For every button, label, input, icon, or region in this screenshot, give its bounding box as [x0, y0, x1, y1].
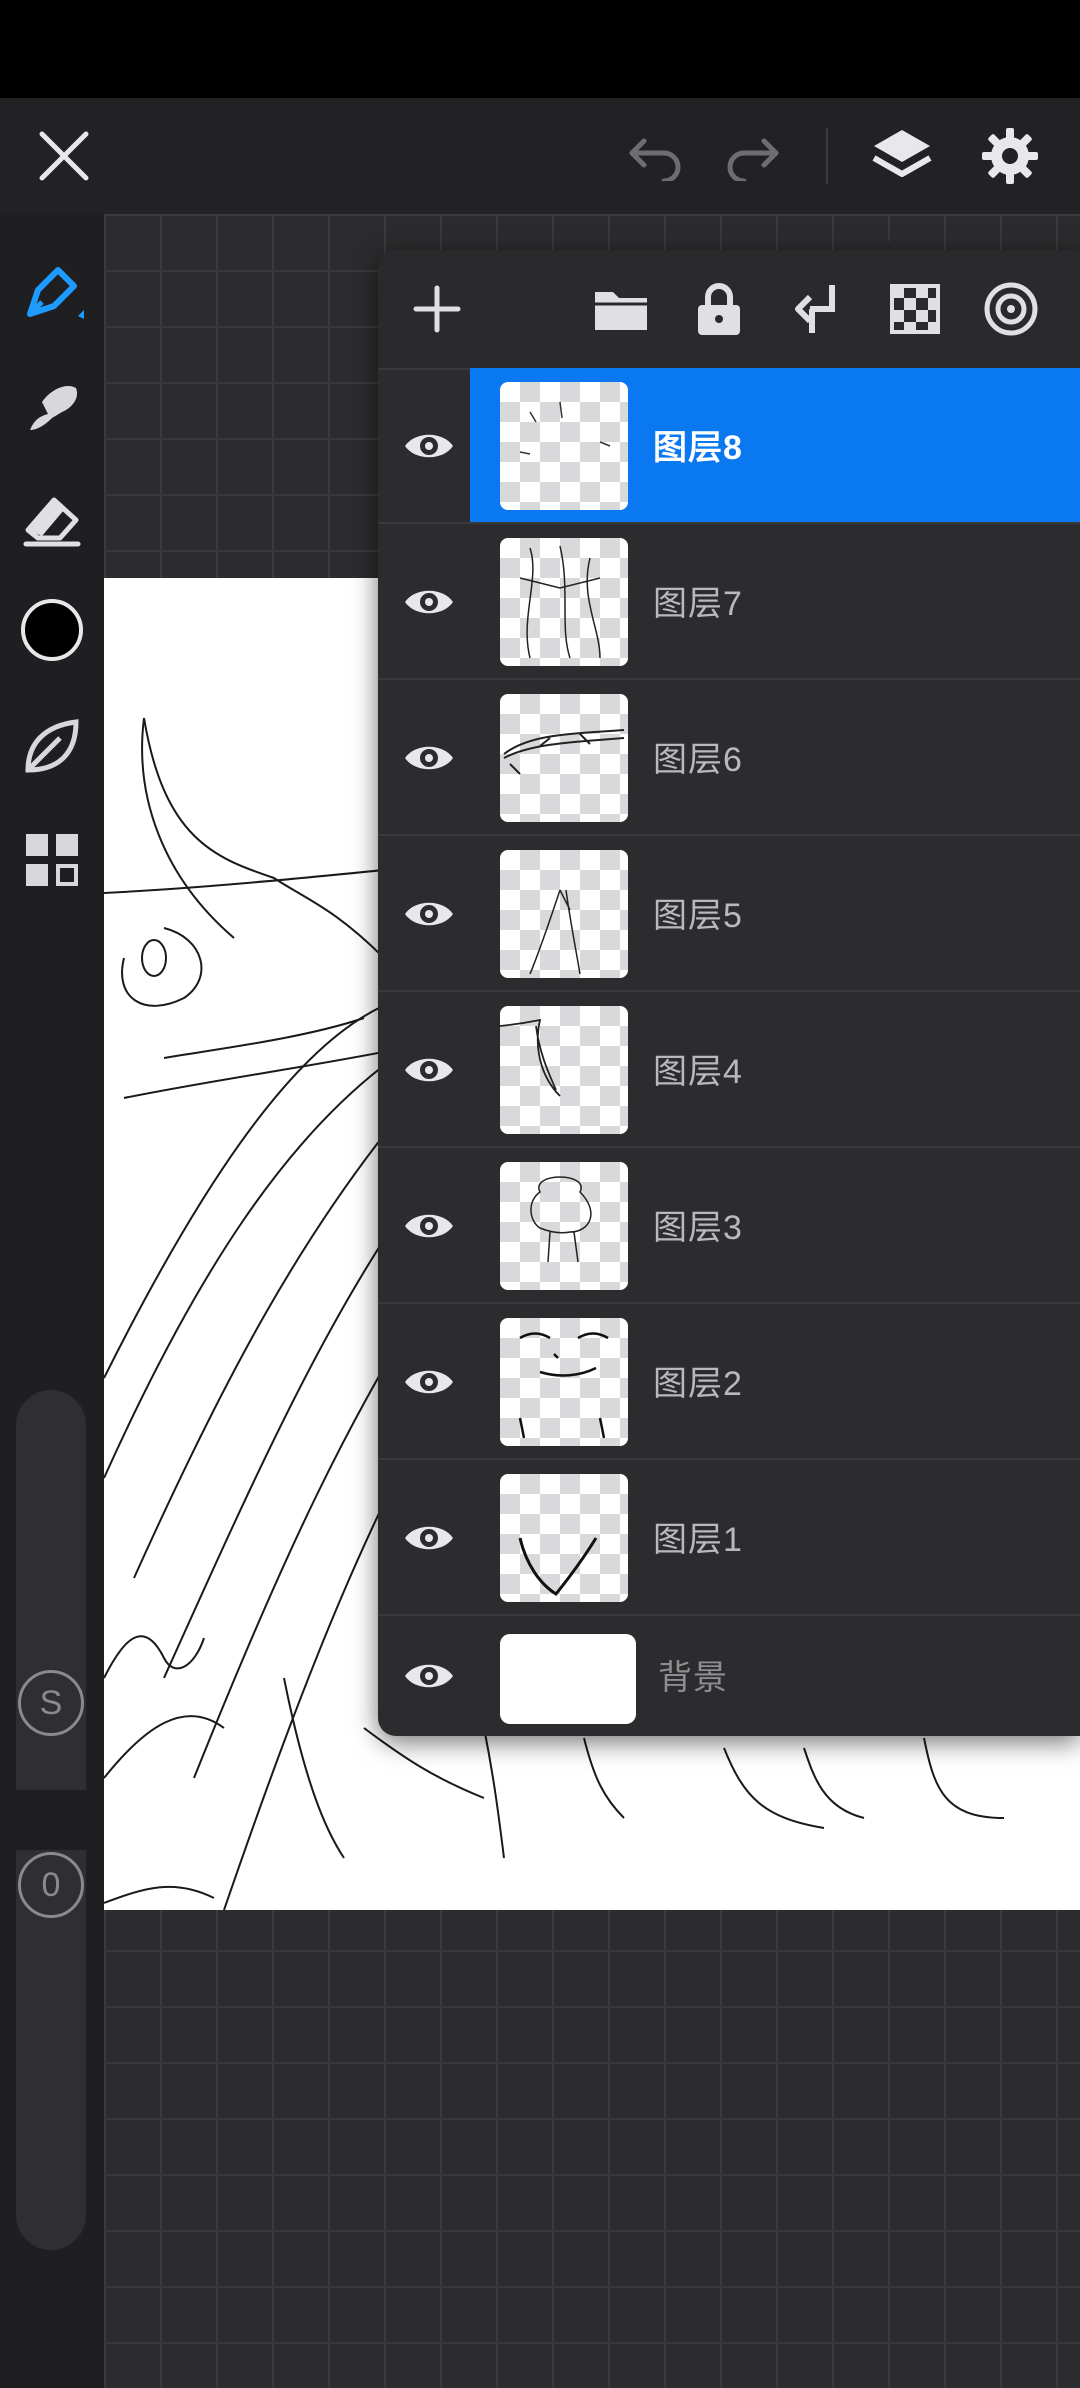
- eye-icon[interactable]: [394, 1347, 464, 1417]
- layer-name: 图层2: [653, 1365, 743, 1403]
- layer-thumbnail: [500, 1162, 628, 1290]
- layer-name: 图层1: [653, 1521, 743, 1559]
- eye-icon[interactable]: [394, 1503, 464, 1573]
- layers-panel: 图层8 图层7 图层6 图层5 图层4 图层3 图层2 图层1 背景: [378, 250, 1080, 1736]
- gear-icon[interactable]: [972, 118, 1048, 194]
- status-bar: [0, 0, 1080, 98]
- pen-icon[interactable]: [10, 250, 94, 334]
- grid-icon[interactable]: [10, 818, 94, 902]
- target-icon[interactable]: [976, 274, 1046, 344]
- layer-row[interactable]: 图层4: [378, 992, 1080, 1148]
- close-icon[interactable]: [26, 118, 102, 194]
- layers-icon[interactable]: [864, 118, 940, 194]
- layer-row[interactable]: 图层5: [378, 836, 1080, 992]
- layer-row[interactable]: 图层6: [378, 680, 1080, 836]
- slider-divider: [16, 1790, 86, 1850]
- layer-row[interactable]: 图层1: [378, 1460, 1080, 1616]
- checker-icon[interactable]: [880, 274, 950, 344]
- layer-thumbnail: [500, 538, 628, 666]
- toolbar-divider: [826, 128, 828, 184]
- top-bar: [0, 98, 1080, 214]
- layer-thumbnail: [500, 694, 628, 822]
- layer-name: 图层7: [653, 585, 743, 623]
- size-label: S: [18, 1670, 84, 1736]
- eye-icon[interactable]: [394, 1191, 464, 1261]
- layer-thumbnail: [500, 850, 628, 978]
- layer-thumbnail: [500, 1318, 628, 1446]
- layer-name: 图层4: [653, 1053, 743, 1091]
- layer-thumbnail: [500, 382, 628, 510]
- background-thumbnail: [500, 1634, 636, 1724]
- add-icon[interactable]: [402, 274, 472, 344]
- eye-icon[interactable]: [394, 411, 464, 481]
- undo-icon[interactable]: [618, 118, 694, 194]
- layer-name: 图层8: [653, 429, 743, 467]
- layer-row[interactable]: 图层2: [378, 1304, 1080, 1460]
- layer-name: 图层6: [653, 741, 743, 779]
- smudge-icon[interactable]: [10, 364, 94, 448]
- merge-down-icon[interactable]: [782, 274, 852, 344]
- eye-icon[interactable]: [394, 723, 464, 793]
- color-swatch[interactable]: [10, 588, 94, 672]
- lock-icon[interactable]: [684, 274, 754, 344]
- layer-row[interactable]: 图层8: [378, 368, 1080, 524]
- layers-toolbar: [378, 250, 1080, 370]
- panel-caret: [880, 228, 924, 250]
- layer-name: 背景: [658, 1659, 728, 1697]
- leaf-icon[interactable]: [10, 704, 94, 788]
- eye-icon[interactable]: [394, 1641, 464, 1711]
- layer-name: 图层5: [653, 897, 743, 935]
- eye-icon[interactable]: [394, 879, 464, 949]
- layer-row[interactable]: 图层3: [378, 1148, 1080, 1304]
- layer-thumbnail: [500, 1006, 628, 1134]
- layer-name: 图层3: [653, 1209, 743, 1247]
- layer-row[interactable]: 图层7: [378, 524, 1080, 680]
- redo-icon[interactable]: [714, 118, 790, 194]
- eye-icon[interactable]: [394, 567, 464, 637]
- background-layer-row[interactable]: 背景: [378, 1616, 1080, 1736]
- folder-icon[interactable]: [586, 274, 656, 344]
- opacity-label: 0: [18, 1852, 84, 1918]
- eye-icon[interactable]: [394, 1035, 464, 1105]
- eraser-icon[interactable]: [10, 476, 94, 560]
- layer-thumbnail: [500, 1474, 628, 1602]
